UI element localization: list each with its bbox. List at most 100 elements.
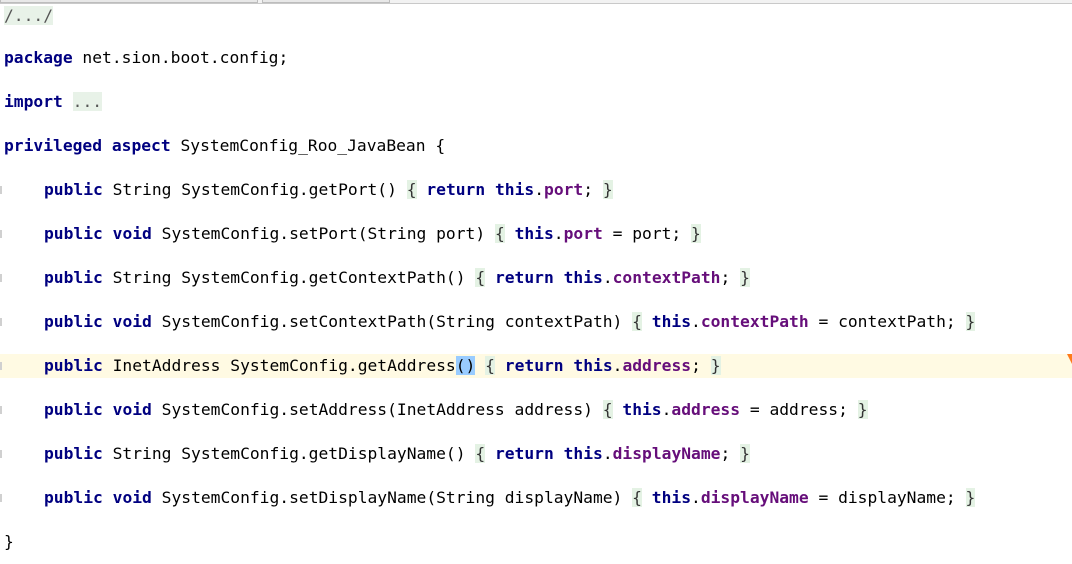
code-line-aspect[interactable]: privileged aspect SystemConfig_Roo_JavaB…	[0, 134, 1072, 158]
fold-close-brace[interactable]: }	[965, 488, 976, 507]
gutter-indent-mark	[0, 450, 2, 458]
this-keyword: this	[651, 312, 692, 331]
gutter-indent-mark	[0, 362, 2, 370]
this-keyword: this	[563, 444, 603, 463]
field-name: displayName	[700, 488, 809, 507]
return-type: String	[102, 180, 172, 199]
method-signature: SystemConfig.setContextPath(String conte…	[151, 312, 633, 331]
method-signature: SystemConfig.setDisplayName(String displ…	[151, 488, 633, 507]
return-type-keyword: void	[112, 400, 152, 419]
this-keyword: this	[514, 224, 554, 243]
member-dot: .	[553, 224, 564, 243]
fold-open-brace[interactable]: {	[602, 400, 613, 419]
member-dot: .	[602, 444, 613, 463]
return-type: String	[102, 444, 172, 463]
gutter-indent-mark	[0, 494, 2, 502]
this-keyword: this	[651, 488, 692, 507]
fold-close-brace[interactable]: }	[691, 224, 701, 243]
statement-tail: ;	[583, 180, 603, 199]
code-line-closing-brace[interactable]: }	[0, 530, 1072, 554]
editor-tab[interactable]	[0, 0, 258, 3]
aspect-keyword: aspect	[111, 136, 171, 155]
return-type: InetAddress	[102, 356, 221, 375]
return-keyword: return	[504, 356, 564, 375]
package-name: net.sion.boot.config;	[72, 48, 289, 67]
member-dot: .	[691, 488, 701, 507]
code-line-import[interactable]: import ...	[0, 90, 1072, 114]
gutter-indent-mark	[0, 230, 2, 238]
statement-tail: ;	[691, 356, 711, 375]
member-dot: .	[612, 356, 623, 375]
this-keyword: this	[563, 268, 603, 287]
code-line-method[interactable]: public void SystemConfig.setDisplayName(…	[0, 486, 1072, 510]
fold-close-brace[interactable]: }	[857, 400, 868, 419]
fold-open-brace[interactable]: {	[632, 312, 642, 331]
modifier-keyword: public	[44, 224, 103, 243]
return-keyword: return	[494, 268, 554, 287]
fold-close-brace[interactable]: }	[602, 180, 613, 199]
return-type-keyword: void	[112, 488, 152, 507]
code-line-method[interactable]: public String SystemConfig.getPort() { r…	[0, 178, 1072, 202]
fold-close-brace[interactable]: }	[710, 356, 721, 375]
method-signature-space	[475, 356, 485, 375]
this-keyword: this	[622, 400, 662, 419]
code-line-method[interactable]: public void SystemConfig.setPort(String …	[0, 222, 1072, 246]
fold-close-brace[interactable]: }	[740, 268, 750, 287]
editor-tab[interactable]	[262, 0, 390, 3]
fold-open-brace[interactable]: {	[494, 224, 505, 243]
privileged-keyword: privileged	[4, 136, 103, 155]
field-name: port	[544, 180, 584, 199]
modifier-keyword: public	[44, 268, 103, 287]
package-keyword: package	[4, 48, 73, 67]
return-type-keyword: void	[112, 312, 152, 331]
fold-open-brace[interactable]: {	[485, 356, 495, 375]
code-line-method[interactable]: public InetAddress SystemConfig.getAddre…	[0, 354, 1072, 378]
fold-close-brace[interactable]: }	[965, 312, 976, 331]
gutter-indent-mark	[0, 186, 2, 194]
error-stripe-marker[interactable]	[1067, 354, 1072, 364]
method-signature: SystemConfig.getAddress	[220, 356, 456, 375]
matched-parentheses: ()	[455, 356, 476, 375]
field-name: address	[622, 356, 692, 375]
import-fold-marker[interactable]: ...	[72, 92, 103, 111]
modifier-keyword: public	[44, 312, 103, 331]
header-fold-marker[interactable]: /.../	[4, 6, 54, 25]
code-line-method[interactable]: public void SystemConfig.setContextPath(…	[0, 310, 1072, 334]
fold-close-brace[interactable]: }	[740, 444, 750, 463]
gutter-indent-mark	[0, 406, 2, 414]
statement-tail: = displayName;	[808, 488, 966, 507]
fold-open-brace[interactable]: {	[475, 268, 486, 287]
return-type: String	[102, 268, 172, 287]
field-name: contextPath	[612, 268, 721, 287]
code-line-method[interactable]: public String SystemConfig.getDisplayNam…	[0, 442, 1072, 466]
code-editor[interactable]: /.../ package net.sion.boot.config; impo…	[0, 0, 1072, 564]
fold-open-brace[interactable]: {	[406, 180, 417, 199]
modifier-keyword: public	[44, 444, 103, 463]
fold-open-brace[interactable]: {	[632, 488, 642, 507]
field-name: displayName	[612, 444, 721, 463]
code-line-header[interactable]: /.../	[0, 4, 1072, 28]
statement-tail: = contextPath;	[808, 312, 966, 331]
member-dot: .	[691, 312, 701, 331]
return-keyword: return	[494, 444, 554, 463]
method-signature: SystemConfig.setAddress(InetAddress addr…	[151, 400, 603, 419]
aspect-name: SystemConfig_Roo_JavaBean {	[170, 136, 446, 155]
return-type-keyword: void	[112, 224, 152, 243]
member-dot: .	[602, 268, 613, 287]
code-line-method[interactable]: public void SystemConfig.setAddress(Inet…	[0, 398, 1072, 422]
modifier-keyword: public	[44, 488, 103, 507]
gutter-indent-mark	[0, 318, 2, 326]
return-keyword: return	[426, 180, 486, 199]
field-name: contextPath	[700, 312, 809, 331]
code-line-package[interactable]: package net.sion.boot.config;	[0, 46, 1072, 70]
this-keyword: this	[494, 180, 535, 199]
fold-open-brace[interactable]: {	[475, 444, 486, 463]
field-name: port	[563, 224, 603, 243]
modifier-keyword: public	[44, 400, 103, 419]
member-dot: .	[534, 180, 545, 199]
code-line-method[interactable]: public String SystemConfig.getContextPat…	[0, 266, 1072, 290]
modifier-keyword: public	[44, 180, 103, 199]
field-name: address	[671, 400, 741, 419]
closing-brace: }	[4, 532, 14, 551]
method-signature: SystemConfig.getDisplayName()	[171, 444, 476, 463]
